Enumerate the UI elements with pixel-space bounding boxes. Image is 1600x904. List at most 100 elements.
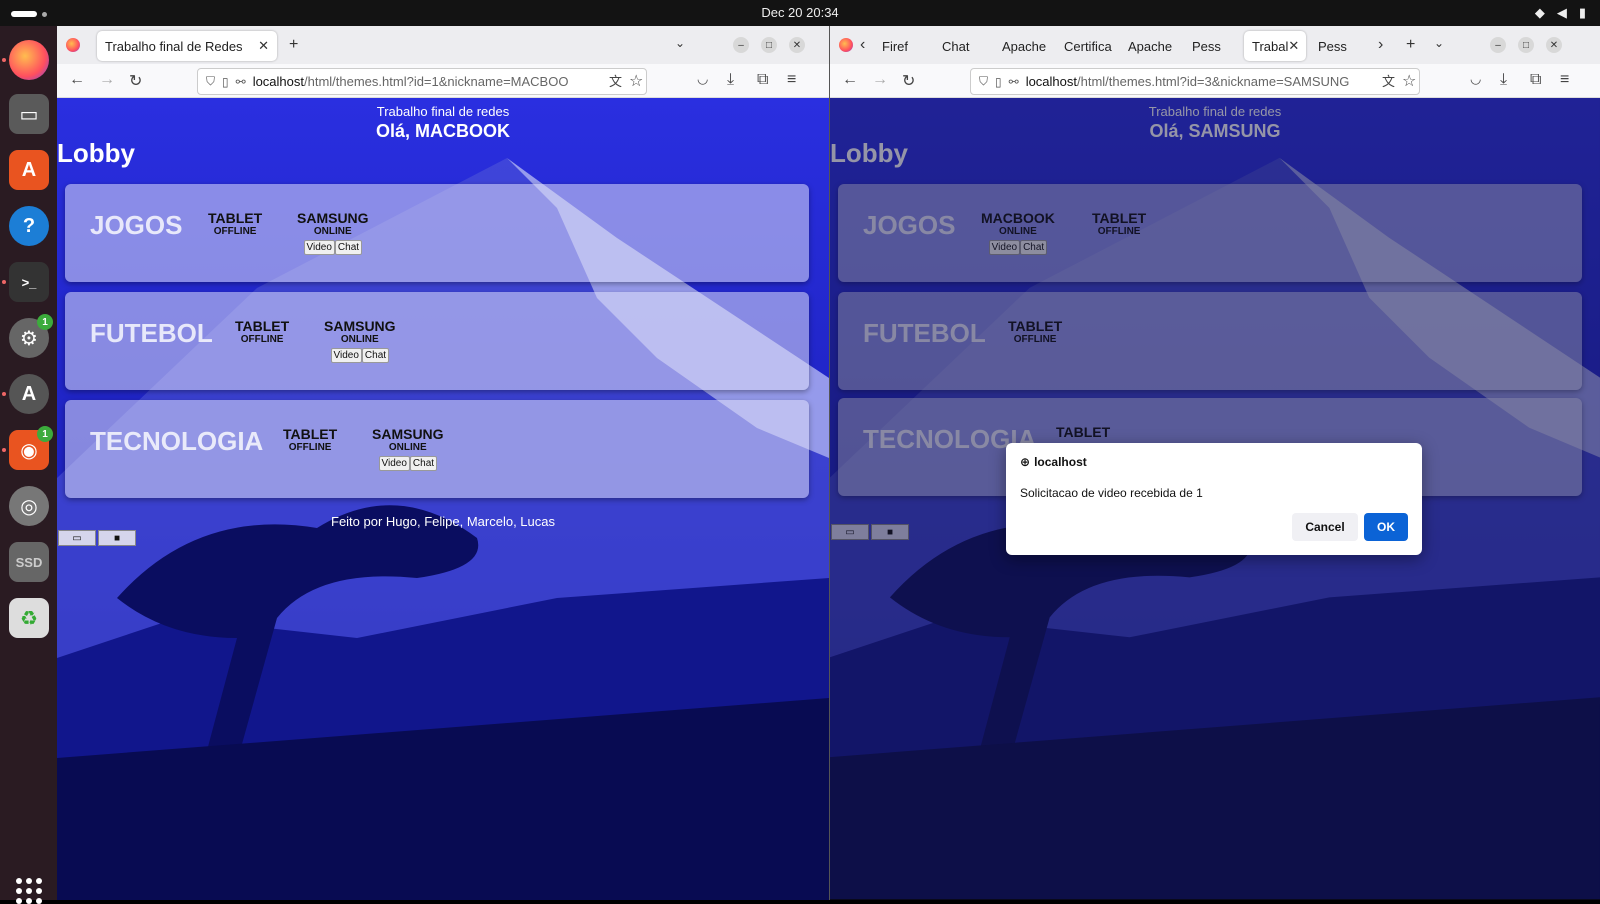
close-tab-icon[interactable]: ✕	[1288, 38, 1299, 54]
notification-badge: 1	[37, 426, 53, 442]
pocket-icon[interactable]: ◡	[1470, 71, 1481, 87]
translate-icon[interactable]: 文	[1382, 71, 1395, 90]
user-status: OFFLINE	[213, 226, 257, 237]
close-window-icon[interactable]: ✕	[789, 37, 805, 53]
video-button[interactable]: Video	[988, 240, 1021, 255]
browser-window-macbook: Trabalho final de Redes ✕ + ⌄ – □ ✕ ← → …	[57, 26, 829, 900]
scroll-tabs-right-icon[interactable]: ›	[1378, 36, 1383, 54]
permissions-icon[interactable]: ⚯	[236, 75, 246, 89]
scroll-tabs-left-icon[interactable]: ‹	[860, 36, 865, 54]
cancel-button[interactable]: Cancel	[1292, 513, 1358, 541]
minimize-icon[interactable]: –	[733, 37, 749, 53]
tab-chat[interactable]: Chat	[934, 31, 990, 61]
ubuntu-icon[interactable]: ◉ 1	[9, 426, 53, 470]
close-tab-icon[interactable]: ✕	[258, 38, 269, 54]
translate-icon[interactable]: 文	[609, 71, 622, 90]
video-button[interactable]: Video	[378, 456, 410, 471]
chat-bubble-icon: ▭	[72, 532, 82, 544]
page-icon: ▯	[222, 74, 229, 89]
forward-icon[interactable]: →	[872, 71, 888, 89]
tab-label: Firef	[882, 38, 908, 54]
chat-button[interactable]: Chat	[361, 348, 390, 363]
group-title: FUTEBOL	[863, 318, 986, 348]
software-updater-icon[interactable]: A	[9, 374, 49, 414]
permissions-icon[interactable]: ⚯	[1009, 75, 1019, 89]
user-status: ONLINE	[313, 226, 352, 237]
page-header: Trabalho final de redes Olá, SAMSUNG	[830, 104, 1600, 142]
navigation-bar: ← → ↻ ⛉ ▯ ⚯ localhost/html/themes.html?i…	[830, 64, 1600, 98]
extensions-icon[interactable]: ⧉	[757, 71, 768, 89]
settings-icon[interactable]: ⚙ 1	[9, 314, 53, 358]
chat-panel-toggle[interactable]: ▭	[58, 530, 96, 546]
video-button[interactable]: Video	[303, 240, 335, 255]
forward-icon[interactable]: →	[99, 71, 115, 89]
video-panel-toggle[interactable]: ■	[98, 530, 136, 546]
tab-apache-1[interactable]: Apache	[994, 31, 1054, 61]
clock[interactable]: Dec 20 20:34	[0, 5, 1600, 20]
downloads-icon[interactable]: ⤓	[727, 71, 734, 89]
user-name: MACBOOK	[981, 210, 1055, 226]
user-name: SAMSUNG	[297, 210, 369, 226]
tab-firefox[interactable]: Firef	[874, 31, 930, 61]
extensions-icon[interactable]: ⧉	[1530, 71, 1541, 89]
show-apps-icon[interactable]	[16, 878, 42, 904]
new-tab-icon[interactable]: +	[1406, 36, 1415, 54]
firefox-icon[interactable]	[9, 40, 49, 80]
reload-icon[interactable]: ↻	[902, 71, 915, 91]
tab-label: Trabalho final de Redes	[105, 38, 243, 54]
tab-certificate[interactable]: Certifica	[1056, 31, 1118, 61]
bookmark-star-icon[interactable]: ☆	[629, 71, 643, 91]
new-tab-icon[interactable]: +	[289, 36, 298, 54]
tab-trabalho[interactable]: Trabalho final de Redes ✕	[97, 31, 277, 61]
lobby-heading: Lobby	[57, 138, 135, 168]
back-icon[interactable]: ←	[69, 71, 85, 89]
tab-label: Trabal	[1252, 38, 1289, 54]
running-indicator	[2, 448, 6, 452]
user-name: TABLET	[1092, 210, 1147, 226]
chat-button[interactable]: Chat	[1020, 240, 1048, 255]
url-host: localhost	[1025, 74, 1077, 89]
chat-button[interactable]: Chat	[409, 456, 438, 471]
system-tray[interactable]: ◆ ◀ ▮	[1535, 5, 1586, 21]
chat-panel-toggle[interactable]: ▭	[831, 524, 869, 540]
tab-trabalho[interactable]: Trabal ✕	[1244, 31, 1306, 61]
shield-icon[interactable]: ⛉	[979, 74, 988, 89]
bookmark-star-icon[interactable]: ☆	[1402, 71, 1416, 91]
shield-icon[interactable]: ⛉	[206, 74, 215, 89]
files-icon[interactable]: ▭	[9, 94, 49, 134]
tab-apache-2[interactable]: Apache	[1120, 31, 1182, 61]
tab-drive-2[interactable]: Pess	[1310, 31, 1374, 61]
user-entry: TABLET OFFLINE	[1092, 210, 1146, 237]
user-entry: TABLET OFFLINE	[283, 426, 337, 453]
minimize-icon[interactable]: –	[1490, 37, 1506, 53]
list-tabs-icon[interactable]: ⌄	[675, 36, 685, 50]
page-footer: Feito por Hugo, Felipe, Marcelo, Lucas	[331, 514, 555, 529]
chat-button[interactable]: Chat	[334, 240, 363, 255]
notification-badge: 1	[37, 314, 53, 330]
url-bar[interactable]: ⛉ ▯ ⚯ localhost/html/themes.html?id=1&ni…	[197, 68, 647, 95]
back-icon[interactable]: ←	[842, 71, 858, 89]
video-button[interactable]: Video	[330, 348, 362, 363]
pocket-icon[interactable]: ◡	[697, 71, 708, 87]
reload-icon[interactable]: ↻	[129, 71, 142, 91]
disk-icon[interactable]: ◎	[9, 486, 49, 526]
menu-icon[interactable]: ≡	[787, 71, 796, 89]
help-icon[interactable]: ?	[9, 206, 49, 246]
close-window-icon[interactable]: ✕	[1546, 37, 1562, 53]
list-tabs-icon[interactable]: ⌄	[1434, 36, 1444, 50]
terminal-icon[interactable]: >_	[9, 262, 49, 302]
wifi-icon: ◆	[1534, 5, 1545, 20]
menu-icon[interactable]: ≡	[1560, 71, 1569, 89]
user-status: OFFLINE	[240, 334, 284, 345]
maximize-icon[interactable]: □	[761, 37, 777, 53]
video-panel-toggle[interactable]: ■	[871, 524, 909, 540]
maximize-icon[interactable]: □	[1518, 37, 1534, 53]
ssd-drive-icon[interactable]: SSD	[9, 542, 49, 582]
trash-icon[interactable]: ♻	[9, 598, 49, 638]
downloads-icon[interactable]: ⤓	[1500, 71, 1507, 89]
user-status: ONLINE	[999, 226, 1037, 237]
ok-button[interactable]: OK	[1364, 513, 1408, 541]
tab-drive-1[interactable]: Pess	[1184, 31, 1242, 61]
app-center-icon[interactable]: A	[9, 150, 49, 190]
url-bar[interactable]: ⛉ ▯ ⚯ localhost/html/themes.html?id=3&ni…	[970, 68, 1420, 95]
